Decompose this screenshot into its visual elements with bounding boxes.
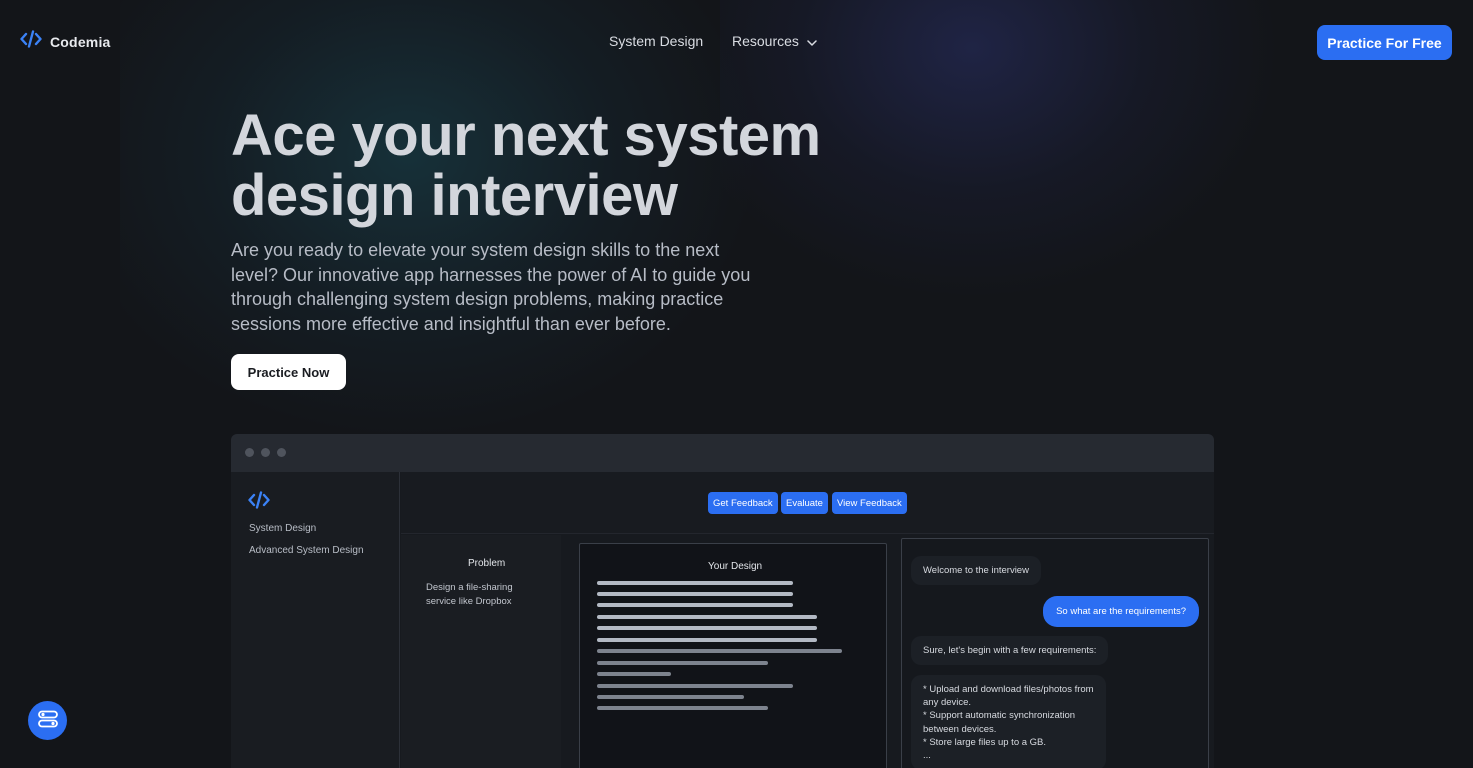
text-line-placeholder [597, 672, 671, 676]
problem-title: Problem [468, 558, 506, 569]
hero-subtitle: Are you ready to elevate your system des… [231, 238, 771, 336]
hero-subtitle-line: sessions more effective and insightful t… [231, 313, 671, 334]
text-line-placeholder [597, 626, 817, 630]
text-line-placeholder [597, 603, 793, 607]
evaluate-button[interactable]: Evaluate [781, 492, 828, 514]
toggle-settings-icon [37, 710, 58, 731]
problem-description: Design a file-sharing service like Dropb… [426, 581, 546, 608]
app-sidebar: System Design Advanced System Design [231, 472, 400, 768]
text-line-placeholder [597, 706, 768, 710]
sidebar-item-advanced-system-design[interactable]: Advanced System Design [249, 545, 364, 556]
window-dot-maximize [277, 448, 286, 457]
app-preview-mockup: System Design Advanced System Design Get… [231, 434, 1214, 768]
text-line-placeholder [597, 649, 842, 653]
text-line-placeholder [597, 592, 793, 596]
interview-chat-panel: Welcome to the interview So what are the… [901, 538, 1209, 768]
nav-link-system-design[interactable]: System Design [609, 33, 703, 49]
requirement-line: * Store large files up to a GB. [923, 736, 1047, 748]
window-dot-close [245, 448, 254, 457]
hero-title-line: Ace your next system [231, 103, 821, 168]
hero-title-line: design interview [231, 163, 678, 228]
nav-dropdown-resources[interactable]: Resources [732, 33, 817, 49]
sidebar-item-system-design[interactable]: System Design [249, 523, 316, 534]
requirement-line: * Upload and download files/photos from [923, 684, 1094, 695]
text-line-placeholder [597, 581, 793, 585]
chat-message-bot: Welcome to the interview [911, 556, 1041, 586]
text-line-placeholder [597, 695, 744, 699]
design-editor-panel[interactable]: Your Design [579, 543, 887, 768]
design-title: Your Design [708, 561, 763, 572]
requirement-line: * Support automatic synchronization [923, 710, 1076, 722]
chat-message-bot: Sure, let's begin with a few requirement… [911, 636, 1109, 666]
brand-logo-link[interactable]: Codemia [20, 30, 111, 53]
window-titlebar [231, 434, 1214, 472]
text-line-placeholder [597, 661, 768, 665]
problem-line: Design a file-sharing [426, 582, 513, 593]
app-window-body: System Design Advanced System Design Get… [231, 472, 1214, 768]
chat-message-requirements: * Upload and download files/photos from … [911, 675, 1106, 768]
app-action-bar: Get Feedback Evaluate View Feedback [401, 472, 1214, 534]
text-line-placeholder [597, 638, 817, 642]
get-feedback-button[interactable]: Get Feedback [708, 492, 778, 514]
code-brackets-icon [248, 491, 270, 514]
requirement-line: ... [923, 750, 931, 762]
practice-now-button[interactable]: Practice Now [231, 354, 346, 390]
chevron-down-icon [807, 33, 817, 49]
view-feedback-button[interactable]: View Feedback [832, 492, 907, 514]
problem-line: service like Dropbox [426, 595, 512, 607]
top-navigation: Codemia System Design Resources Practice… [0, 0, 1473, 84]
chat-message-user: So what are the requirements? [1043, 596, 1199, 628]
problem-panel: Problem Design a file-sharing service li… [401, 535, 561, 768]
hero-subtitle-line: level? Our innovative app harnesses the … [231, 264, 751, 285]
requirement-line: any device. [923, 697, 972, 709]
window-dot-minimize [261, 448, 270, 457]
hero-subtitle-line: Are you ready to elevate your system des… [231, 240, 720, 260]
text-line-placeholder [597, 615, 817, 619]
hero-subtitle-line: through challenging system design proble… [231, 289, 724, 310]
requirement-line: between devices. [923, 723, 997, 735]
floating-settings-button[interactable] [28, 701, 67, 740]
brand-name: Codemia [50, 33, 111, 50]
code-brackets-icon [20, 30, 42, 53]
practice-for-free-button[interactable]: Practice For Free [1317, 25, 1452, 60]
nav-link-resources-label: Resources [732, 33, 799, 49]
hero-title: Ace your next system design interview [231, 103, 821, 228]
text-line-placeholder [597, 684, 793, 688]
